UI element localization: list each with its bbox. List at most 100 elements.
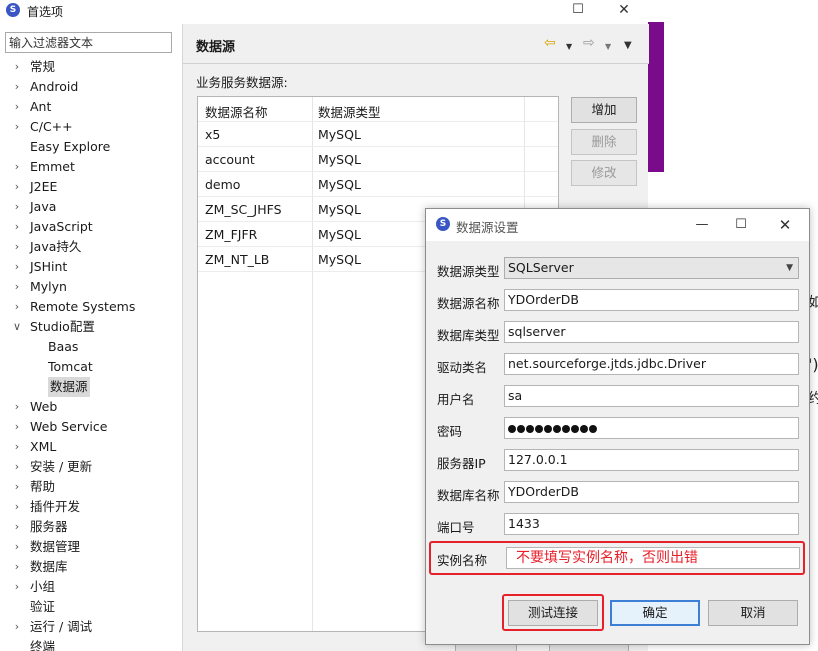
tree-item[interactable]: › Java	[0, 197, 180, 217]
ds-type-select[interactable]: SQLServer ▼	[504, 257, 799, 279]
password-field[interactable]	[504, 417, 799, 439]
table-row[interactable]: x5 MySQL	[198, 122, 558, 147]
tree-item[interactable]: › Web Service	[0, 417, 180, 437]
close-button[interactable]: ✕	[774, 213, 796, 237]
tree-item[interactable]: › 安装 / 更新	[0, 457, 180, 477]
db-name-field[interactable]: YDOrderDB	[504, 481, 799, 503]
table-row[interactable]: account MySQL	[198, 147, 558, 172]
tree-item[interactable]: › JSHint	[0, 257, 180, 277]
chevron-right-icon[interactable]: ›	[11, 477, 23, 497]
back-dropdown-icon[interactable]: ▼	[566, 38, 572, 56]
tree-item-label: 数据源	[48, 377, 90, 397]
chevron-right-icon[interactable]: ›	[11, 457, 23, 477]
tree-item[interactable]: › 数据库	[0, 557, 180, 577]
chevron-right-icon[interactable]: ›	[11, 237, 23, 257]
chevron-right-icon[interactable]: ›	[11, 257, 23, 277]
tree-item[interactable]: Baas	[0, 337, 180, 357]
chevron-right-icon[interactable]: ›	[11, 557, 23, 577]
view-menu-icon[interactable]: ▼	[624, 37, 632, 55]
tree-item[interactable]: 验证	[0, 597, 180, 617]
tree-item[interactable]: › Java持久	[0, 237, 180, 257]
test-connection-button[interactable]: 测试连接	[508, 600, 598, 626]
password-dot	[553, 424, 561, 433]
db-type-field[interactable]: sqlserver	[504, 321, 799, 343]
tree-item[interactable]: › 插件开发	[0, 497, 180, 517]
restore-defaults-button[interactable]	[549, 644, 629, 651]
tree-item[interactable]: › XML	[0, 437, 180, 457]
chevron-right-icon[interactable]: ›	[11, 77, 23, 97]
chevron-right-icon[interactable]: ›	[11, 117, 23, 137]
chevron-right-icon[interactable]: ›	[11, 197, 23, 217]
tree-item[interactable]: 终端	[0, 637, 180, 651]
apply-button[interactable]	[455, 644, 517, 651]
tree-item-label: Baas	[48, 339, 79, 354]
ok-button[interactable]: 确定	[610, 600, 700, 626]
tree-item[interactable]: › Remote Systems	[0, 297, 180, 317]
chevron-right-icon[interactable]: ›	[11, 537, 23, 557]
chevron-right-icon[interactable]: ›	[11, 277, 23, 297]
server-ip-field[interactable]: 127.0.0.1	[504, 449, 799, 471]
add-button[interactable]: 增加	[571, 97, 637, 123]
column-header-type[interactable]: 数据源类型	[318, 102, 381, 121]
tree-item[interactable]: › 数据管理	[0, 537, 180, 557]
chevron-down-icon[interactable]: ∨	[11, 317, 23, 337]
chevron-right-icon[interactable]: ›	[11, 617, 23, 637]
tree-item-label: C/C++	[30, 119, 73, 134]
driver-field[interactable]: net.sourceforge.jtds.jdbc.Driver	[504, 353, 799, 375]
username-field[interactable]: sa	[504, 385, 799, 407]
chevron-right-icon[interactable]: ›	[11, 297, 23, 317]
app-logo-icon: S	[436, 217, 450, 231]
tree-item[interactable]: › 运行 / 调试	[0, 617, 180, 637]
tree-item[interactable]: › J2EE	[0, 177, 180, 197]
tree-item[interactable]: › Web	[0, 397, 180, 417]
chevron-right-icon[interactable]: ›	[11, 157, 23, 177]
password-dot	[544, 424, 552, 433]
tree-item[interactable]: › JavaScript	[0, 217, 180, 237]
port-field[interactable]: 1433	[504, 513, 799, 535]
chevron-right-icon[interactable]: ›	[11, 497, 23, 517]
cancel-button[interactable]: 取消	[708, 600, 798, 626]
minimize-button[interactable]: —	[692, 213, 712, 237]
forward-arrow-icon[interactable]: ⇨	[583, 34, 595, 52]
chevron-right-icon[interactable]: ›	[11, 97, 23, 117]
chevron-right-icon[interactable]: ›	[11, 397, 23, 417]
chevron-right-icon[interactable]: ›	[11, 577, 23, 597]
chevron-right-icon[interactable]: ›	[11, 57, 23, 77]
cell-ds-type: MySQL	[318, 202, 361, 217]
close-button[interactable]: ✕	[612, 0, 636, 20]
table-row[interactable]: demo MySQL	[198, 172, 558, 197]
chevron-right-icon[interactable]: ›	[11, 417, 23, 437]
maximize-button[interactable]: ☐	[730, 213, 752, 237]
tree-item[interactable]: › 服务器	[0, 517, 180, 537]
tree-item[interactable]: Easy Explore	[0, 137, 180, 157]
column-header-name[interactable]: 数据源名称	[205, 102, 268, 121]
back-arrow-icon[interactable]: ⇦	[544, 34, 556, 52]
tree-item[interactable]: › Mylyn	[0, 277, 180, 297]
tree-item-label: 帮助	[30, 479, 56, 494]
tree-item-label: 插件开发	[30, 499, 81, 514]
maximize-button[interactable]: ☐	[566, 0, 590, 20]
tree-item[interactable]: Tomcat	[0, 357, 180, 377]
chevron-right-icon[interactable]: ›	[11, 177, 23, 197]
chevron-right-icon[interactable]: ›	[11, 217, 23, 237]
tree-item[interactable]: › 常规	[0, 57, 180, 77]
dialog-titlebar: S 数据源设置 — ☐ ✕	[426, 209, 809, 241]
tree-item[interactable]: › Android	[0, 77, 180, 97]
tree-item[interactable]: › 小组	[0, 577, 180, 597]
filter-input[interactable]	[5, 32, 172, 53]
ds-name-field[interactable]: YDOrderDB	[504, 289, 799, 311]
tree-item[interactable]: › Ant	[0, 97, 180, 117]
tree-item[interactable]: › Emmet	[0, 157, 180, 177]
tree-item[interactable]: › 帮助	[0, 477, 180, 497]
delete-button[interactable]: 删除	[571, 129, 637, 155]
tree-item[interactable]: ∨ Studio配置	[0, 317, 180, 337]
instance-field[interactable]: 不要填写实例名称，否则出错	[506, 547, 800, 569]
forward-dropdown-icon[interactable]: ▼	[605, 38, 611, 56]
tree-item[interactable]: 数据源	[0, 377, 180, 397]
dialog-title: 数据源设置	[456, 220, 519, 235]
chevron-down-icon: ▼	[786, 263, 793, 273]
tree-item[interactable]: › C/C++	[0, 117, 180, 137]
chevron-right-icon[interactable]: ›	[11, 437, 23, 457]
modify-button[interactable]: 修改	[571, 160, 637, 186]
chevron-right-icon[interactable]: ›	[11, 517, 23, 537]
